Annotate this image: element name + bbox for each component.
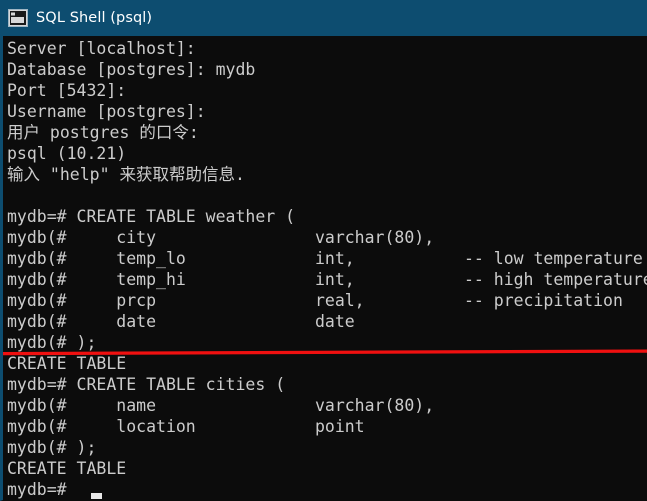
terminal-line: CREATE TABLE	[7, 354, 127, 373]
terminal-line: mydb(# prcp real, -- precipitation	[7, 291, 623, 310]
terminal-line: 输入 "help" 来获取帮助信息.	[7, 165, 245, 184]
terminal-line: Database [postgres]: mydb	[7, 60, 256, 79]
terminal-line: mydb(# location point	[7, 417, 365, 436]
terminal-line: Server [localhost]:	[7, 39, 196, 58]
terminal-output-area[interactable]: Server [localhost]: Database [postgres]: …	[3, 36, 647, 501]
terminal-line: psql (10.21)	[7, 144, 127, 163]
terminal-line: 用户 postgres 的口令:	[7, 123, 199, 142]
terminal-line: Username [postgres]:	[7, 102, 206, 121]
window-titlebar[interactable]: SQL Shell (psql)	[0, 0, 647, 36]
terminal-line: Port [5432]:	[7, 81, 127, 100]
terminal-line: mydb=# CREATE TABLE cities (	[7, 375, 286, 394]
terminal-line: mydb(# );	[7, 438, 97, 457]
terminal-line: mydb(# temp_lo int, -- low temperature	[7, 249, 643, 268]
terminal-line: mydb(# city varchar(80),	[7, 228, 435, 247]
terminal-line: mydb(# temp_hi int, -- high temperature	[7, 270, 647, 289]
terminal-line: mydb(# date date	[7, 312, 355, 331]
psql-terminal-window: SQL Shell (psql) Server [localhost]: Data…	[0, 0, 647, 501]
terminal-line: mydb=# CREATE TABLE weather (	[7, 207, 296, 226]
terminal-line: CREATE TABLE	[7, 459, 127, 478]
terminal-line: mydb(# name varchar(80),	[7, 396, 435, 415]
terminal-line: mydb=#	[7, 480, 77, 499]
text-cursor	[91, 493, 103, 499]
console-window-icon	[8, 9, 28, 27]
window-title: SQL Shell (psql)	[36, 10, 153, 26]
terminal-line: mydb(# );	[7, 333, 97, 352]
